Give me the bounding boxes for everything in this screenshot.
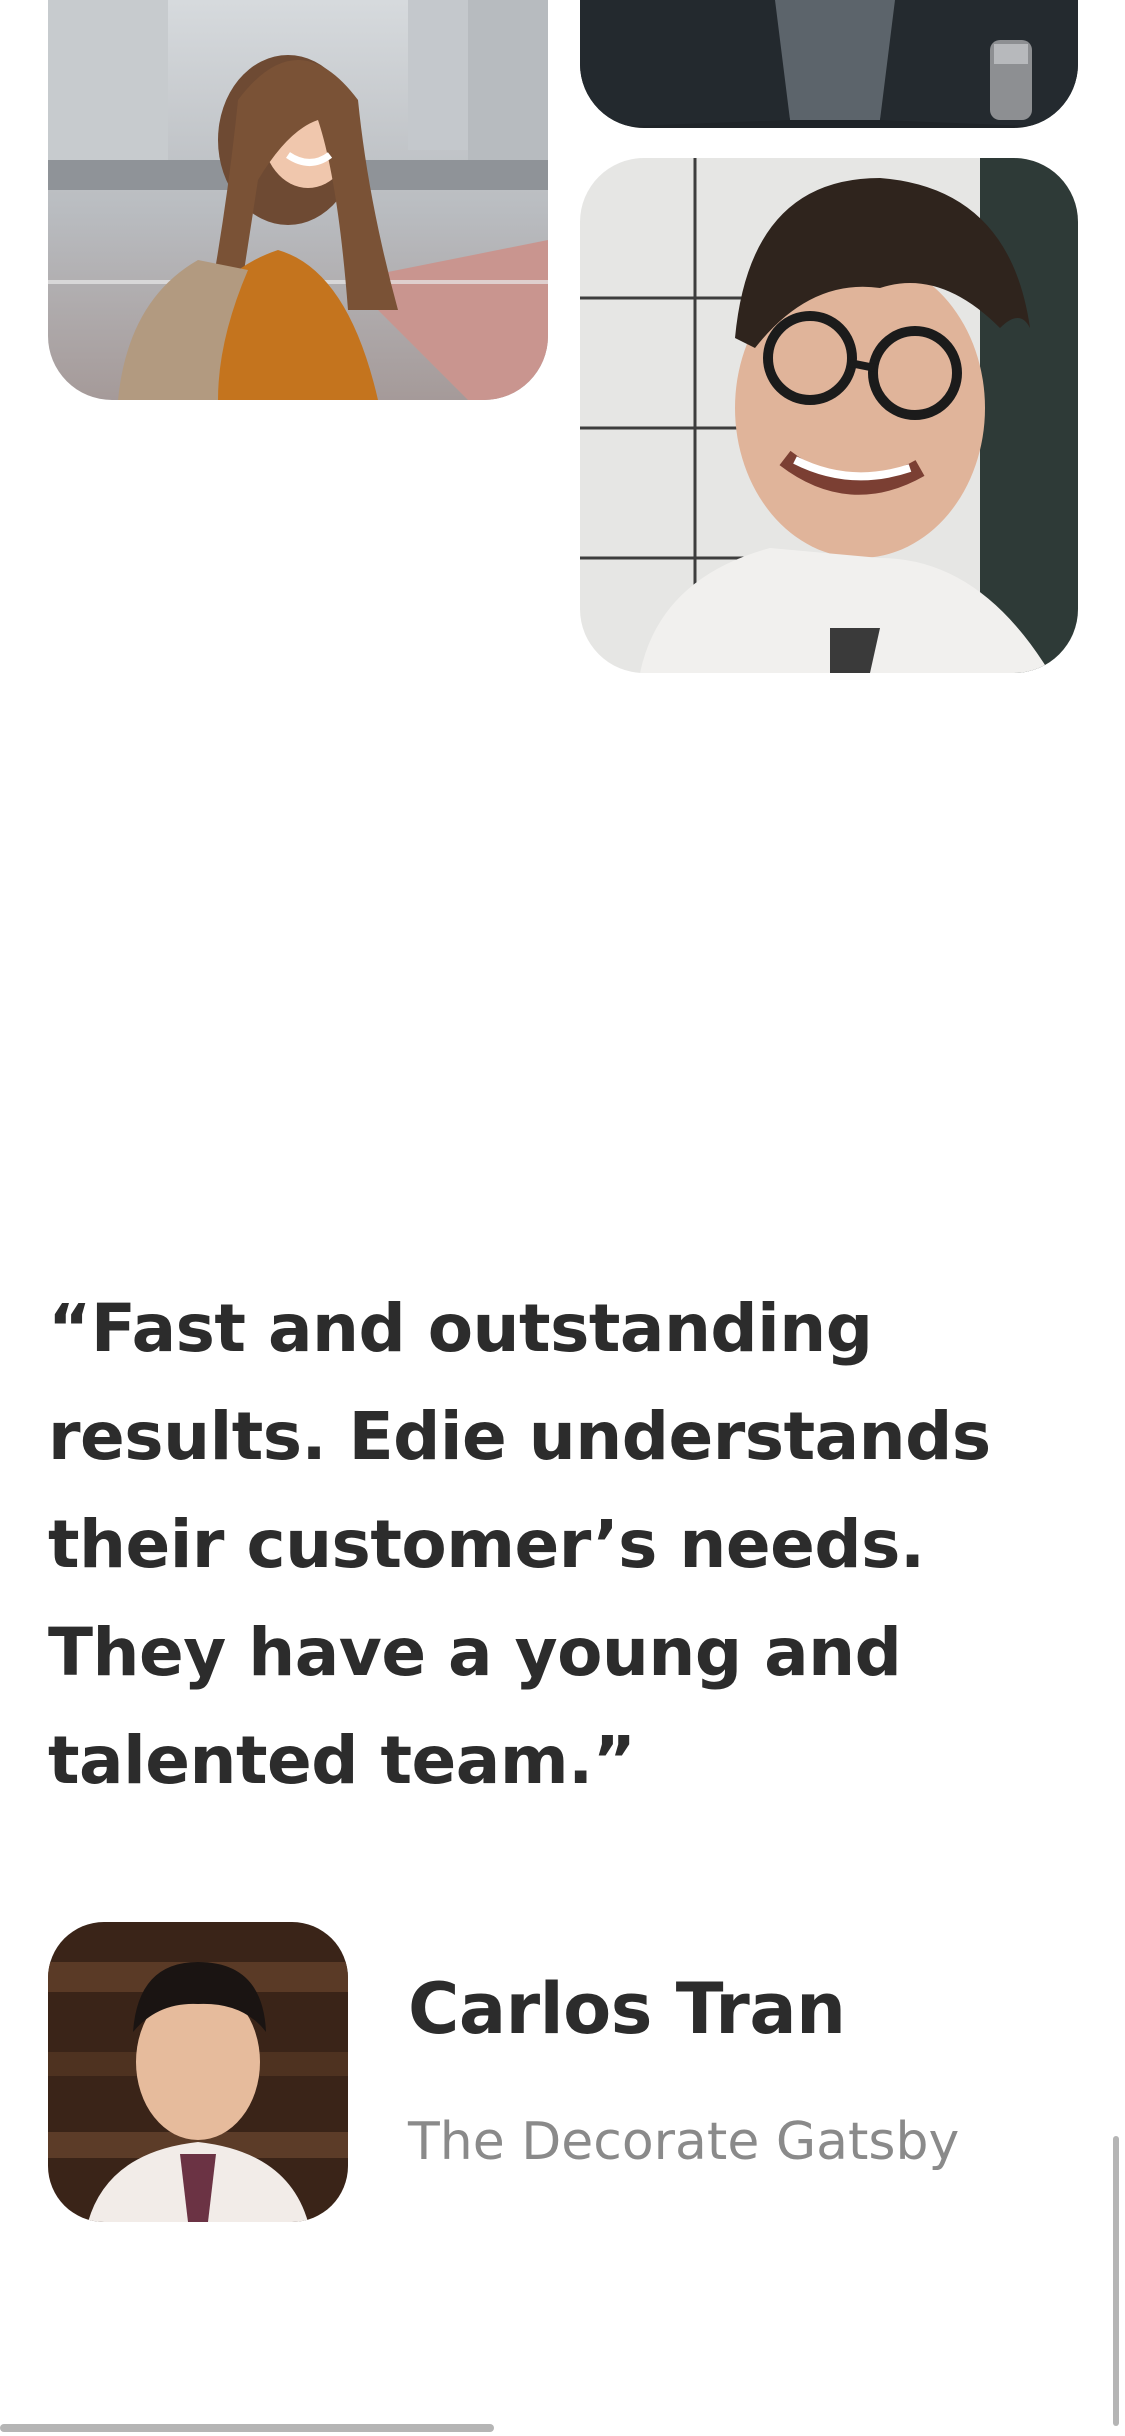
author-avatar <box>48 1922 348 2222</box>
photo-man-with-glasses <box>580 158 1078 673</box>
photo-woman-smiling <box>48 0 548 400</box>
vertical-scrollbar[interactable] <box>1113 2136 1119 2426</box>
author-name: Carlos Tran <box>408 1968 846 2050</box>
author-company: The Decorate Gatsby <box>408 2112 960 2172</box>
testimonial-quote: “Fast and outstanding results. Edie unde… <box>48 1290 991 1799</box>
horizontal-scrollbar[interactable] <box>0 2424 494 2432</box>
photo-man-in-suit <box>580 0 1078 128</box>
